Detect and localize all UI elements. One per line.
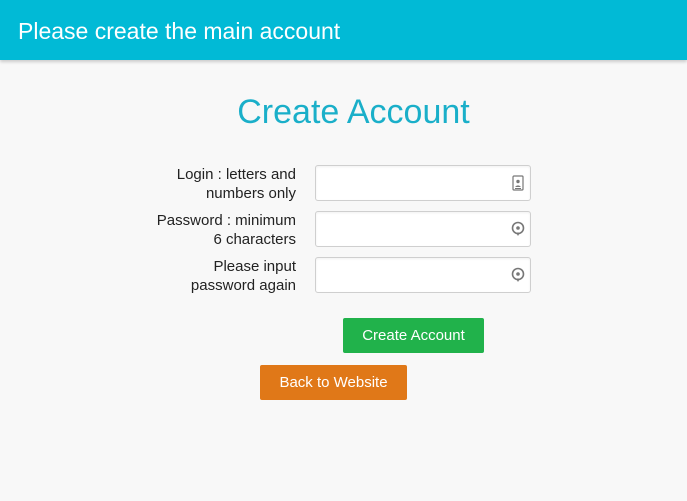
confirm-password-input[interactable] — [315, 257, 531, 293]
header-title: Please create the main account — [18, 17, 341, 44]
confirm-password-row: Please input password again — [0, 257, 687, 303]
login-label: Login : letters and numbers only — [126, 165, 296, 203]
login-input[interactable] — [315, 165, 531, 201]
contact-card-icon[interactable] — [510, 174, 526, 192]
login-label-line2: numbers only — [205, 185, 296, 202]
password-label-line1: Password : minimum — [156, 212, 296, 229]
password-row: Password : minimum 6 characters — [0, 211, 687, 257]
password-key-icon[interactable] — [510, 266, 526, 284]
confirm-password-label-line2: password again — [190, 277, 296, 294]
password-label: Password : minimum 6 characters — [126, 211, 296, 249]
login-label-line1: Login : letters and — [176, 166, 296, 183]
confirm-password-label-line1: Please input — [213, 258, 296, 275]
back-to-website-button[interactable]: Back to Website — [260, 365, 407, 400]
password-input[interactable] — [315, 211, 531, 247]
create-account-button[interactable]: Create Account — [343, 318, 484, 353]
app-header: Please create the main account — [0, 0, 687, 60]
page-title: Create Account — [237, 93, 470, 131]
password-key-icon[interactable] — [510, 220, 526, 238]
password-label-line2: 6 characters — [213, 231, 296, 248]
confirm-password-label: Please input password again — [126, 257, 296, 295]
login-row: Login : letters and numbers only — [0, 165, 687, 211]
